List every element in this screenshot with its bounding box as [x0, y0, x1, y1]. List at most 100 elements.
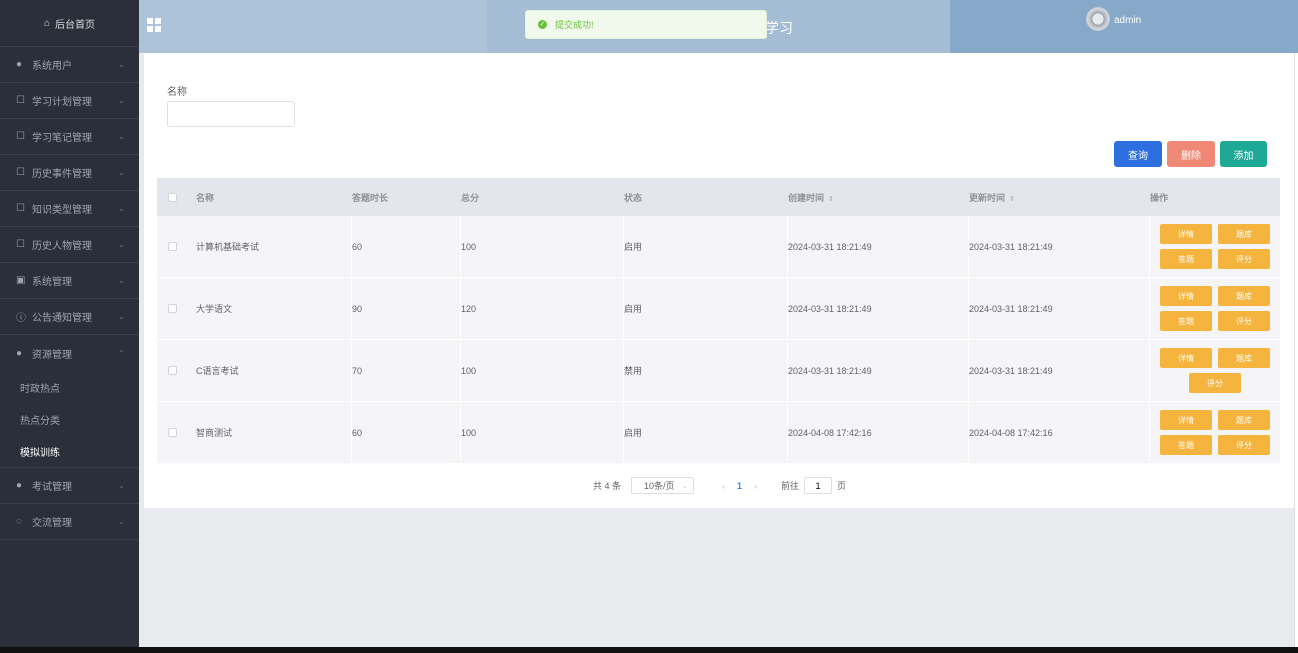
cell-score: 100	[461, 215, 624, 278]
question-bank-button[interactable]: 题库	[1218, 348, 1270, 368]
sidebar-item-label: 学习笔记管理	[32, 133, 92, 144]
goto-suffix: 页	[837, 481, 847, 491]
sidebar-sub-news[interactable]: 时政热点	[0, 371, 139, 403]
sidebar-item-history-events[interactable]: ☐ 历史事件管理 ⌄	[0, 155, 139, 191]
name-filter-input[interactable]	[167, 101, 295, 127]
answer-button[interactable]: 答题	[1160, 249, 1212, 269]
page-number[interactable]: 1	[737, 481, 742, 491]
cell-duration: 90	[352, 277, 461, 340]
select-all-checkbox[interactable]	[167, 192, 177, 202]
sidebar-item-label: 系统管理	[32, 277, 72, 288]
sidebar-item-label: 知识类型管理	[32, 205, 92, 216]
chevron-down-icon: ⌄	[118, 240, 125, 249]
row-actions: 详情 题库 答题 评分	[1150, 410, 1280, 455]
row-actions: 详情 题库 答题 评分	[1150, 224, 1280, 269]
cell-updated: 2024-04-08 17:42:16	[969, 401, 1150, 464]
chat-icon: ◌	[16, 516, 22, 527]
col-header-created[interactable]: 创建时间 ⇕	[788, 191, 969, 204]
toast-message: 提交成功!	[555, 20, 594, 30]
page-size-value: 10条/页	[644, 481, 675, 491]
col-header-updated[interactable]: 更新时间 ⇕	[969, 191, 1150, 204]
cell-name: C语言考试	[187, 339, 352, 402]
search-button[interactable]: 查询	[1114, 141, 1162, 167]
data-table: 名称 答题时长 总分 状态 创建时间 ⇕ 更新时间 ⇕ 操作 计算机基础考试 60 …	[157, 178, 1280, 464]
row-checkbox[interactable]	[167, 366, 177, 375]
cell-updated: 2024-03-31 18:21:49	[969, 215, 1150, 278]
goto-page-input[interactable]	[804, 477, 833, 494]
answer-button[interactable]: 答题	[1160, 311, 1212, 331]
question-bank-button[interactable]: 题库	[1218, 286, 1270, 306]
sidebar-item-exchange[interactable]: ◌ 交流管理 ⌄	[0, 504, 139, 540]
col-header-status: 状态	[624, 192, 643, 203]
add-button[interactable]: 添加	[1220, 141, 1267, 167]
sidebar-item-system-manage[interactable]: ▣ 系统管理 ⌄	[0, 263, 139, 299]
sidebar-item-label: 历史人物管理	[32, 241, 92, 252]
row-checkbox[interactable]	[167, 304, 177, 313]
sort-icon[interactable]: ⇕	[828, 196, 834, 203]
sidebar-home[interactable]: ⌂ 后台首页	[0, 0, 139, 47]
username[interactable]: admin	[1114, 15, 1141, 26]
detail-button[interactable]: 详情	[1160, 410, 1212, 430]
sidebar-item-system-users[interactable]: ● 系统用户 ⌄	[0, 47, 139, 83]
pagination-total: 共 4 条	[593, 481, 622, 491]
sidebar-item-exams[interactable]: ● 考试管理 ⌄	[0, 468, 139, 504]
sidebar-item-study-plan[interactable]: ☐ 学习计划管理 ⌄	[0, 83, 139, 119]
location-icon: ●	[16, 480, 23, 491]
cell-duration: 70	[352, 339, 461, 402]
main-panel: 名称 查询 删除 添加 名称 答题时长 总分 状态 创建时间 ⇕ 更新时间 ⇕ 操作…	[144, 53, 1294, 508]
cell-updated: 2024-03-31 18:21:49	[969, 277, 1150, 340]
detail-button[interactable]: 详情	[1160, 224, 1212, 244]
avatar[interactable]	[1086, 7, 1110, 31]
goto-label: 前往	[781, 481, 800, 491]
grid-menu-icon[interactable]	[147, 18, 161, 32]
grade-button[interactable]: 评分	[1189, 373, 1241, 393]
chevron-down-icon: ⌄	[118, 481, 125, 490]
detail-button[interactable]: 详情	[1160, 286, 1212, 306]
cell-score: 120	[461, 277, 624, 340]
cell-score: 100	[461, 401, 624, 464]
table-row: C语言考试 70 100 禁用 2024-03-31 18:21:49 2024…	[157, 339, 1280, 402]
chevron-down-icon: ⌄	[118, 168, 125, 177]
header-user-area: admin	[950, 0, 1298, 53]
sidebar-item-resources[interactable]: ● 资源管理 ⌃	[0, 335, 139, 371]
sidebar-item-history-figures[interactable]: ☐ 历史人物管理 ⌄	[0, 227, 139, 263]
grade-button[interactable]: 评分	[1218, 311, 1270, 331]
chevron-down-icon: ⌄	[118, 517, 125, 526]
image-icon: ▣	[16, 275, 26, 286]
row-actions: 详情 题库 评分	[1150, 348, 1280, 393]
grade-button[interactable]: 评分	[1218, 435, 1270, 455]
sidebar-item-study-notes[interactable]: ☐ 学习笔记管理 ⌄	[0, 119, 139, 155]
col-header-ops: 操作	[1150, 192, 1169, 203]
doc-icon: ☐	[16, 167, 25, 178]
sidebar-item-label: 学习计划管理	[32, 97, 92, 108]
table-row: 大学语文 90 120 启用 2024-03-31 18:21:49 2024-…	[157, 277, 1280, 340]
cell-duration: 60	[352, 401, 461, 464]
cell-status: 启用	[624, 401, 788, 464]
col-header-name: 名称	[196, 192, 215, 203]
question-bank-button[interactable]: 题库	[1218, 224, 1270, 244]
row-checkbox[interactable]	[167, 428, 177, 437]
question-bank-button[interactable]: 题库	[1218, 410, 1270, 430]
next-page-icon[interactable]: ›	[754, 481, 757, 491]
prev-page-icon[interactable]: ‹	[722, 481, 725, 491]
sidebar-item-label: 资源管理	[32, 349, 72, 361]
right-edge	[1294, 53, 1298, 647]
pagination: 共 4 条 10条/页 ⌄ ‹ 1 › 前往 页	[593, 477, 846, 494]
cell-status: 启用	[624, 277, 788, 340]
row-checkbox[interactable]	[167, 242, 177, 251]
chevron-down-icon: ⌄	[118, 96, 125, 105]
delete-button[interactable]: 删除	[1167, 141, 1215, 167]
cell-created: 2024-03-31 18:21:49	[788, 215, 969, 278]
detail-button[interactable]: 详情	[1160, 348, 1212, 368]
doc-icon: ☐	[16, 239, 25, 250]
sort-icon[interactable]: ⇕	[1009, 196, 1015, 203]
answer-button[interactable]: 答题	[1160, 435, 1212, 455]
page-size-select[interactable]: 10条/页 ⌄	[631, 477, 695, 494]
grade-button[interactable]: 评分	[1218, 249, 1270, 269]
sidebar-item-knowledge-types[interactable]: ☐ 知识类型管理 ⌄	[0, 191, 139, 227]
sidebar-sub-categories[interactable]: 热点分类	[0, 403, 139, 435]
sidebar-item-notices[interactable]: ⓘ 公告通知管理 ⌄	[0, 299, 139, 335]
sidebar-sub-training[interactable]: 模拟训练	[0, 435, 139, 467]
cell-score: 100	[461, 339, 624, 402]
doc-icon: ☐	[16, 95, 25, 106]
